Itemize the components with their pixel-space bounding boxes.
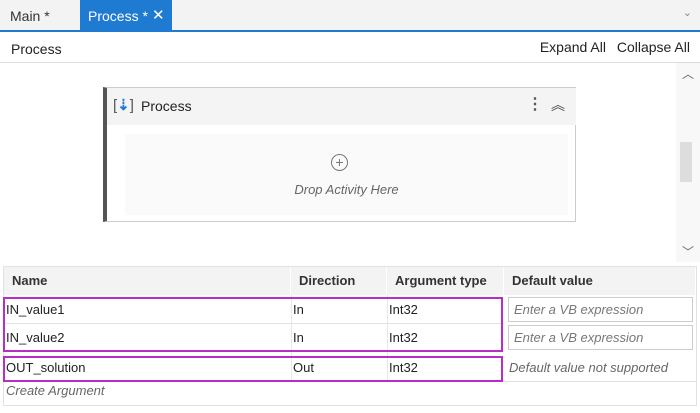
activity-header: [⇣] Process ⋮ ︽ — [107, 88, 576, 125]
tab-process-label: Process * — [88, 8, 148, 24]
collapse-all-button[interactable]: Collapse All — [617, 39, 690, 55]
add-circle-icon[interactable]: + — [331, 154, 348, 171]
chevron-down-icon[interactable]: ﹀ — [682, 243, 694, 260]
tab-main[interactable]: Main * — [10, 0, 50, 30]
activity-title: Process — [141, 98, 192, 114]
chevron-down-icon[interactable]: ⌄ — [683, 6, 692, 19]
default-value-input[interactable]: Enter a VB expression — [508, 297, 693, 322]
column-header-default-value[interactable]: Default value — [504, 267, 696, 295]
more-options-icon[interactable]: ⋮ — [527, 94, 543, 114]
highlight-box-inputs — [3, 297, 503, 352]
close-icon[interactable]: ✕ — [152, 0, 165, 32]
drop-activity-text: Drop Activity Here — [294, 182, 399, 197]
expand-all-button[interactable]: Expand All — [540, 39, 606, 55]
create-argument-link[interactable]: Create Argument — [6, 383, 105, 398]
column-header-argument-type[interactable]: Argument type — [387, 267, 504, 295]
default-value-unsupported: Default value not supported — [509, 360, 668, 375]
column-header-name[interactable]: Name — [4, 267, 291, 295]
sequence-activity[interactable]: [⇣] Process ⋮ ︽ + Drop Activity Here — [103, 87, 576, 222]
tab-process[interactable]: Process * ✕ — [80, 0, 172, 30]
tab-bar: Main * Process * ✕ ⌄ — [0, 0, 700, 32]
collapse-icon[interactable]: ︽ — [551, 95, 565, 115]
breadcrumb[interactable]: Process — [11, 41, 62, 57]
scrollbar-thumb[interactable] — [680, 142, 692, 182]
default-value-input[interactable]: Enter a VB expression — [508, 325, 693, 350]
column-header-direction[interactable]: Direction — [291, 267, 387, 295]
vertical-scrollbar[interactable]: ︿ ﹀ — [676, 63, 700, 262]
chevron-up-icon[interactable]: ︿ — [682, 65, 694, 82]
designer-header: Process Expand All Collapse All — [0, 32, 700, 63]
highlight-box-output — [3, 356, 503, 382]
sequence-icon: [⇣] — [113, 97, 134, 114]
arguments-table: Name Direction Argument type Default val… — [3, 266, 697, 406]
drop-zone[interactable]: + Drop Activity Here — [125, 134, 568, 215]
